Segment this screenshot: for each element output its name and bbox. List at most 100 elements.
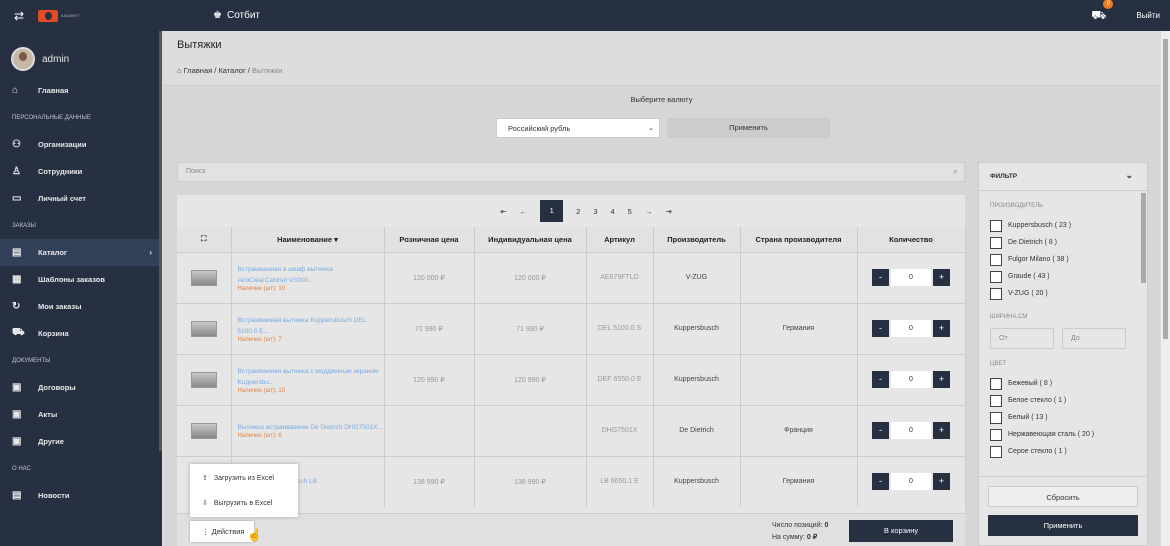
quantity-input[interactable]: 0 [891, 422, 931, 439]
select-all-icon[interactable]: ⛶ [177, 227, 232, 252]
decrease-button[interactable]: - [872, 269, 889, 286]
sidebar-item[interactable]: ↻ Мои заказы [0, 293, 162, 320]
product-name-link[interactable]: Встраиваемая в шкаф вытяжка AiroClearCab… [238, 264, 384, 286]
currency-apply-button[interactable]: Применить [667, 118, 830, 138]
pager-item[interactable]: ← [520, 207, 528, 216]
checkbox[interactable] [990, 270, 1002, 283]
add-to-cart-button[interactable]: В корзину [849, 520, 953, 542]
increase-button[interactable]: + [933, 473, 950, 491]
product-image[interactable] [190, 320, 217, 337]
quantity-input[interactable]: 0 [891, 320, 931, 337]
sidebar-item[interactable]: ▣ Другие [0, 428, 162, 455]
product-name-cell: Встраиваемая в шкаф вытяжка AiroClearCab… [231, 251, 385, 303]
search-input[interactable]: Поиск ⌕ [177, 162, 965, 182]
filter-checkbox[interactable]: Fulgor Milano ( 38 ) [979, 251, 1147, 268]
product-name-link[interactable]: Встраиваемая вытяжка с модджиным экраном… [238, 366, 384, 388]
pager-item[interactable]: 3 [593, 207, 597, 216]
product-name-link[interactable]: Вытяжка встраиваемая De Dietrich DHG7501… [238, 422, 384, 433]
menu-item-export-excel[interactable]: ⇩ Выгрузить в Excel [190, 492, 298, 514]
quantity-input[interactable]: 0 [891, 473, 931, 491]
search-icon[interactable]: ⌕ [953, 166, 958, 177]
currency-select[interactable]: Российский рубль ⌄ [496, 118, 660, 138]
filter-reset-button[interactable]: Сбросить [988, 486, 1138, 507]
checkbox[interactable] [990, 236, 1002, 249]
actions-button[interactable]: ⋮ Действия [190, 521, 254, 542]
sidebar-scrollbar[interactable] [159, 31, 162, 451]
pager-item[interactable]: ⇥ [665, 207, 671, 216]
filter-checkbox[interactable]: Серое стекло ( 1 ) [979, 443, 1147, 460]
home-icon[interactable]: ⌂ [177, 66, 182, 75]
checkbox[interactable] [990, 219, 1002, 232]
product-image[interactable] [190, 371, 217, 388]
decrease-button[interactable]: - [872, 320, 889, 337]
increase-button[interactable]: + [933, 269, 950, 286]
checkbox[interactable] [990, 253, 1002, 266]
header-cart-icon[interactable]: ⛟ 0 [1091, 0, 1114, 24]
sidebar-item[interactable]: ▣ Договоры [0, 374, 162, 401]
user-profile[interactable]: admin [0, 31, 162, 77]
pager-item[interactable]: 5 [628, 207, 632, 216]
menu-item-import-excel[interactable]: ⇪ Загрузить из Excel [190, 467, 298, 489]
filter-checkbox[interactable]: Graude ( 43 ) [979, 268, 1147, 285]
column-header[interactable]: Артикул [586, 227, 654, 252]
pager-item[interactable]: 4 [611, 207, 615, 216]
decrease-button[interactable]: - [872, 473, 889, 491]
menu-toggle-icon[interactable]: ⇄ [0, 9, 38, 23]
sidebar-item[interactable]: ♙ Сотрудники [0, 158, 162, 185]
breadcrumb-home[interactable]: Главная [184, 66, 213, 75]
pager-item[interactable]: ⇤ [500, 207, 506, 216]
sidebar-item[interactable]: ▤ Каталог › [0, 239, 162, 266]
filter-apply-button[interactable]: Применить [988, 515, 1138, 536]
filter-scrollbar[interactable] [1141, 193, 1146, 283]
sidebar-item[interactable]: ▤ Новости [0, 482, 162, 509]
checkbox[interactable] [990, 287, 1002, 300]
width-from-input[interactable]: От [990, 328, 1054, 349]
column-header[interactable]: Количество [857, 227, 966, 252]
sidebar-item[interactable]: ▣ Акты [0, 401, 162, 428]
logout-link[interactable]: Выйти [1136, 11, 1160, 20]
checkbox[interactable] [990, 394, 1002, 407]
pager-item[interactable]: 1 [540, 200, 564, 222]
checkbox[interactable] [990, 377, 1002, 390]
column-header[interactable]: Наименование ▾ [231, 227, 385, 252]
checkbox[interactable] [990, 445, 1002, 458]
pager-item[interactable]: → [645, 207, 653, 216]
checkbox[interactable] [990, 428, 1002, 441]
column-header[interactable]: Розничная цена [384, 227, 475, 252]
country [740, 353, 858, 405]
user-name: admin [42, 53, 70, 65]
product-image[interactable] [190, 269, 217, 286]
page-scrollbar[interactable] [1161, 31, 1170, 546]
column-header[interactable]: Индивидуальная цена [474, 227, 587, 252]
quantity-input[interactable]: 0 [891, 371, 931, 388]
column-header[interactable]: Производитель [653, 227, 741, 252]
filter-checkbox[interactable]: Бежевый ( 8 ) [979, 375, 1147, 392]
filter-checkbox[interactable]: Kuppersbusch ( 23 ) [979, 217, 1147, 234]
decrease-button[interactable]: - [872, 422, 889, 439]
company-selector[interactable]: ♚ Сотбит [213, 10, 260, 21]
column-header[interactable]: Страна производителя [740, 227, 858, 252]
product-image[interactable] [190, 422, 217, 439]
sidebar-item[interactable]: ⛟ Корзина [0, 320, 162, 347]
sidebar-item[interactable]: ▦ Шаблоны заказов [0, 266, 162, 293]
breadcrumb-catalog[interactable]: Каталог [218, 66, 245, 75]
filter-header[interactable]: ФИЛЬТР ⌄ [979, 163, 1147, 191]
quantity-input[interactable]: 0 [891, 269, 931, 286]
filter-checkbox[interactable]: Белый ( 13 ) [979, 409, 1147, 426]
decrease-button[interactable]: - [872, 371, 889, 388]
filter-checkbox[interactable]: Нержавеющая сталь ( 20 ) [979, 426, 1147, 443]
logo[interactable]: КАБИНЕТ [38, 9, 213, 22]
increase-button[interactable]: + [933, 320, 950, 337]
filter-checkbox[interactable]: V-ZUG ( 20 ) [979, 285, 1147, 302]
pager-item[interactable]: 2 [576, 207, 580, 216]
width-to-input[interactable]: До [1062, 328, 1126, 349]
sidebar-item[interactable]: ⌂ Главная [0, 77, 162, 104]
checkbox[interactable] [990, 411, 1002, 424]
sidebar-item[interactable]: ⚇ Организации [0, 131, 162, 158]
filter-checkbox[interactable]: De Dietrich ( 8 ) [979, 234, 1147, 251]
increase-button[interactable]: + [933, 371, 950, 388]
product-name-link[interactable]: Встраиваемая вытяжка Kuppersbusch DEL 51… [238, 315, 384, 337]
filter-checkbox[interactable]: Белое стекло ( 1 ) [979, 392, 1147, 409]
sidebar-item[interactable]: ▭ Личный счет [0, 185, 162, 212]
increase-button[interactable]: + [933, 422, 950, 439]
